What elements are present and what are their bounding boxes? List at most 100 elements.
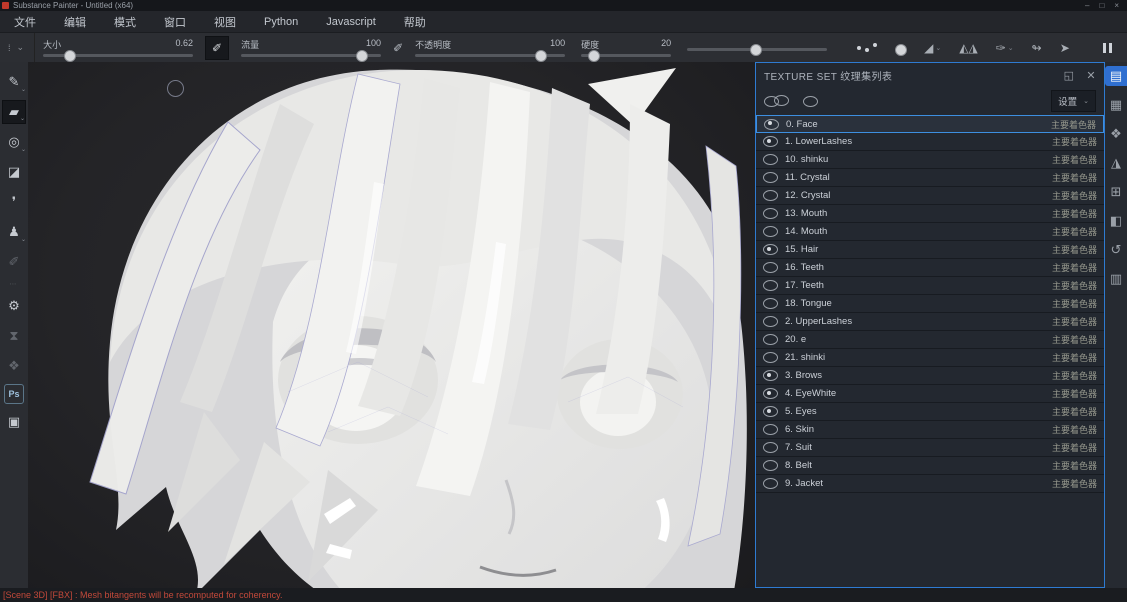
eye-closed-icon[interactable] bbox=[763, 262, 778, 273]
smudge-tool[interactable]: ❜ bbox=[2, 190, 26, 214]
eye-closed-icon[interactable] bbox=[763, 280, 778, 291]
eraser-tool[interactable]: ▰⌄ bbox=[2, 100, 26, 124]
minimize-button[interactable]: – bbox=[1085, 1, 1089, 10]
texture-set-row[interactable]: 16. Teeth主要着色器 bbox=[756, 259, 1104, 277]
slider-track[interactable] bbox=[415, 54, 565, 57]
texture-set-row[interactable]: 21. shinki主要着色器 bbox=[756, 349, 1104, 367]
menu-item[interactable]: 编辑 bbox=[50, 14, 100, 30]
menu-item[interactable]: 文件 bbox=[0, 14, 50, 30]
projection-tool[interactable]: ◎⌄ bbox=[2, 130, 26, 154]
texture-set-row[interactable]: 4. EyeWhite主要着色器 bbox=[756, 385, 1104, 403]
popout-icon[interactable]: ◱ bbox=[1064, 69, 1075, 82]
eye-closed-icon[interactable] bbox=[763, 190, 778, 201]
eye-open-icon[interactable] bbox=[763, 370, 778, 381]
eye-closed-icon[interactable] bbox=[763, 442, 778, 453]
close-icon[interactable]: ✕ bbox=[1086, 69, 1096, 82]
symmetry-icon[interactable]: ◭◮ bbox=[959, 41, 977, 55]
texture-set-row[interactable]: 20. e主要着色器 bbox=[756, 331, 1104, 349]
photoshop-tool[interactable]: Ps bbox=[4, 384, 24, 404]
menu-item[interactable]: 窗口 bbox=[150, 14, 200, 30]
tangent-wrap-icon[interactable]: ↬ bbox=[1032, 41, 1042, 55]
eye-closed-icon[interactable] bbox=[763, 424, 778, 435]
title-bar[interactable]: Substance Painter - Untitled (x64) – □ × bbox=[0, 0, 1127, 11]
falloff-icon[interactable]: ◢⌄ bbox=[924, 41, 941, 55]
menu-item[interactable]: 模式 bbox=[100, 14, 150, 30]
texture-set-row[interactable]: 8. Belt主要着色器 bbox=[756, 457, 1104, 475]
toolbar-handle[interactable]: ⁞⌄ bbox=[0, 33, 35, 62]
slider-knob[interactable] bbox=[588, 50, 600, 62]
dock-texture-set-list-icon[interactable]: ▤ bbox=[1105, 66, 1127, 86]
texture-set-row[interactable]: 13. Mouth主要着色器 bbox=[756, 205, 1104, 223]
texture-set-row[interactable]: 0. Face主要着色器 bbox=[756, 115, 1104, 133]
slider-knob[interactable] bbox=[535, 50, 547, 62]
toolbar-slider[interactable]: 硬度20 bbox=[581, 38, 671, 57]
texture-set-row[interactable]: 3. Brows主要着色器 bbox=[756, 367, 1104, 385]
toolbar-slider[interactable]: 流量100 bbox=[241, 38, 381, 57]
close-button[interactable]: × bbox=[1114, 1, 1119, 10]
texture-set-row[interactable]: 18. Tongue主要着色器 bbox=[756, 295, 1104, 313]
material-picker-tool[interactable]: ✐ bbox=[2, 250, 26, 274]
eye-closed-icon[interactable] bbox=[763, 172, 778, 183]
maximize-button[interactable]: □ bbox=[1099, 1, 1104, 10]
dock-shader-settings-icon[interactable]: ❖ bbox=[1105, 124, 1127, 144]
texture-set-row[interactable]: 15. Hair主要着色器 bbox=[756, 241, 1104, 259]
texture-set-row[interactable]: 5. Eyes主要着色器 bbox=[756, 403, 1104, 421]
resources-tool[interactable]: ▣ bbox=[2, 410, 26, 434]
texture-set-row[interactable]: 11. Crystal主要着色器 bbox=[756, 169, 1104, 187]
eye-closed-icon[interactable] bbox=[763, 460, 778, 471]
geometry-mask-tool[interactable]: ⚙ bbox=[2, 294, 26, 318]
eye-closed-icon[interactable] bbox=[763, 478, 778, 489]
slider-knob[interactable] bbox=[356, 50, 368, 62]
brush-spacing-icon[interactable] bbox=[856, 42, 878, 53]
slider-track[interactable] bbox=[581, 54, 671, 57]
menu-item[interactable]: Python bbox=[250, 16, 312, 28]
texture-set-row[interactable]: 14. Mouth主要着色器 bbox=[756, 223, 1104, 241]
toolbar-slider[interactable]: 不透明度100 bbox=[415, 38, 565, 57]
eye-closed-icon[interactable] bbox=[763, 352, 778, 363]
dock-texture-set-settings-icon[interactable]: ▦ bbox=[1105, 95, 1127, 115]
eye-closed-icon[interactable] bbox=[763, 208, 778, 219]
pen-pressure-toggle[interactable]: ✐ bbox=[205, 36, 229, 60]
eye-closed-icon[interactable] bbox=[763, 316, 778, 327]
dock-history-icon[interactable]: ↺ bbox=[1105, 240, 1127, 260]
lazy-mouse-icon[interactable]: ✑⌄ bbox=[996, 41, 1014, 55]
dock-properties-icon[interactable]: ◧ bbox=[1105, 211, 1127, 231]
3d-viewport[interactable] bbox=[28, 62, 755, 588]
slider-track[interactable] bbox=[687, 48, 827, 51]
hide-all-eyes-icon[interactable] bbox=[803, 96, 818, 107]
stencil-tool[interactable]: ❖ bbox=[2, 354, 26, 378]
slider-knob[interactable] bbox=[750, 44, 762, 56]
slider-knob[interactable] bbox=[64, 50, 76, 62]
texture-set-row[interactable]: 12. Crystal主要着色器 bbox=[756, 187, 1104, 205]
texture-set-row[interactable]: 9. Jacket主要着色器 bbox=[756, 475, 1104, 493]
show-all-eyes-icon[interactable] bbox=[764, 96, 779, 107]
toolbar-slider[interactable]: 大小0.62 bbox=[43, 38, 193, 57]
texture-set-row[interactable]: 1. LowerLashes主要着色器 bbox=[756, 133, 1104, 151]
eye-open-icon[interactable] bbox=[763, 388, 778, 399]
toolbar-slider[interactable] bbox=[687, 45, 827, 51]
eye-closed-icon[interactable] bbox=[763, 334, 778, 345]
clone-tool[interactable]: ♟⌄ bbox=[2, 220, 26, 244]
texture-set-row[interactable]: 17. Teeth主要着色器 bbox=[756, 277, 1104, 295]
settings-dropdown[interactable]: 设置 ⌄ bbox=[1051, 90, 1096, 112]
slider-track[interactable] bbox=[241, 54, 381, 57]
eye-closed-icon[interactable] bbox=[763, 298, 778, 309]
menu-item[interactable]: 帮助 bbox=[390, 14, 440, 30]
eye-closed-icon[interactable] bbox=[763, 154, 778, 165]
polygon-fill-tool[interactable]: ◪ bbox=[2, 160, 26, 184]
selection-pointer-icon[interactable]: ➤ bbox=[1060, 41, 1070, 55]
pause-engine-icon[interactable] bbox=[1103, 43, 1112, 53]
texture-set-row[interactable]: 6. Skin主要着色器 bbox=[756, 421, 1104, 439]
dock-layers-icon[interactable]: ⊞ bbox=[1105, 182, 1127, 202]
eye-open-icon[interactable] bbox=[763, 136, 778, 147]
effects-tool[interactable]: ⧗ bbox=[2, 324, 26, 348]
texture-set-row[interactable]: 10. shinku主要着色器 bbox=[756, 151, 1104, 169]
menu-item[interactable]: Javascript bbox=[312, 16, 390, 28]
texture-set-row[interactable]: 2. UpperLashes主要着色器 bbox=[756, 313, 1104, 331]
dock-display-settings-icon[interactable]: ◮ bbox=[1105, 153, 1127, 173]
paint-tool[interactable]: ✎⌄ bbox=[2, 70, 26, 94]
eye-closed-icon[interactable] bbox=[763, 226, 778, 237]
menu-item[interactable]: 视图 bbox=[200, 14, 250, 30]
eye-open-icon[interactable] bbox=[764, 119, 779, 130]
pen-pressure-toggle[interactable]: ✐ bbox=[393, 41, 403, 55]
